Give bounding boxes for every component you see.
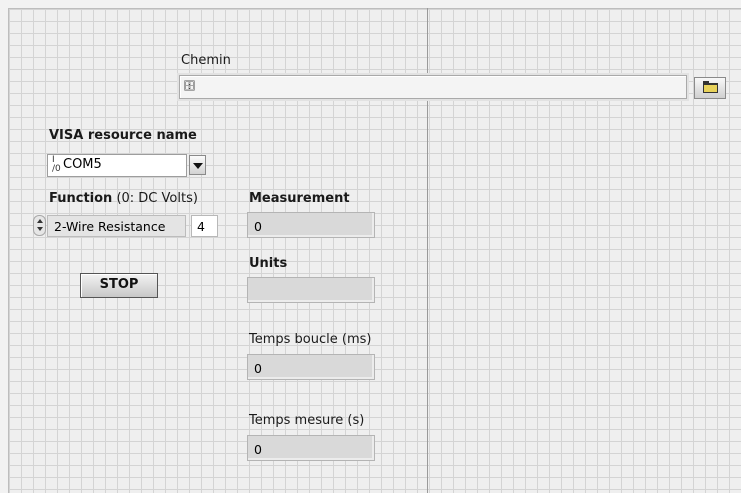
temps-mesure-label: Temps mesure (s) [249,413,365,428]
function-label-bold: Function [49,191,113,206]
visa-io-icon: I/0 [52,155,61,174]
visa-resource-label: VISA resource name [49,128,197,143]
chevron-down-icon [193,163,203,169]
visa-dropdown-button[interactable] [189,155,206,175]
units-indicator [247,277,375,303]
arrow-down-icon [37,227,43,231]
temps-mesure-indicator [247,435,375,461]
temps-mesure-value: 0 [254,442,262,457]
path-icon: 🗄 [183,81,196,92]
measurement-indicator [247,212,375,238]
function-ring-value: 2-Wire Resistance [54,219,166,234]
chemin-path-input[interactable] [179,75,687,99]
units-label: Units [249,256,288,271]
function-number-value: 4 [197,219,205,234]
temps-boucle-value: 0 [254,361,262,376]
function-label: Function (0: DC Volts) [49,191,198,207]
chemin-label: Chemin [181,53,231,68]
measurement-label: Measurement [249,191,350,206]
browse-button[interactable] [694,77,726,99]
stop-button[interactable]: STOP [80,273,158,298]
measurement-value: 0 [254,219,262,234]
arrow-up-icon [37,219,43,223]
function-label-rest: (0: DC Volts) [112,191,198,206]
folder-open-icon [703,81,718,93]
function-increment-decrement[interactable] [33,215,46,236]
visa-resource-value: COM5 [63,157,102,172]
temps-boucle-label: Temps boucle (ms) [249,332,372,347]
temps-boucle-indicator [247,354,375,380]
